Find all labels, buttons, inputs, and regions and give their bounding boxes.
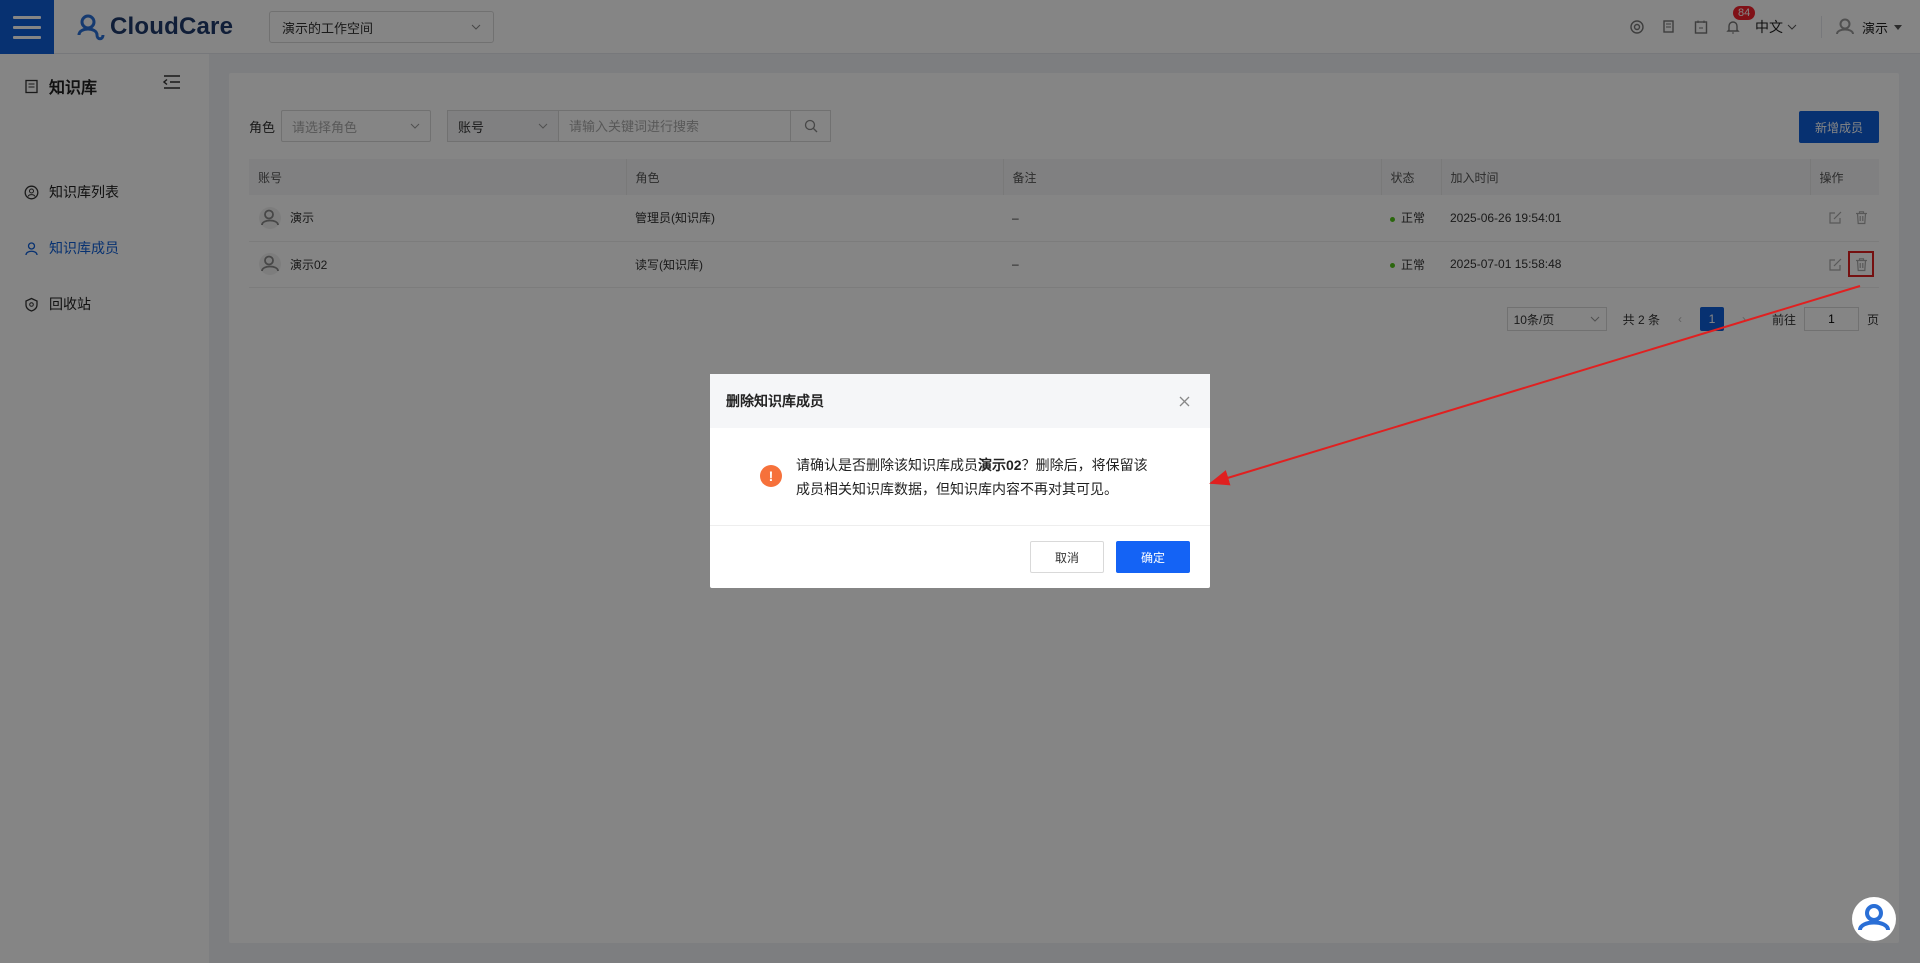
dialog-body: ! 请确认是否删除该知识库成员演示02？删除后，将保留该成员相关知识库数据，但知… [710,428,1210,526]
delete-member-dialog: 删除知识库成员 ! 请确认是否删除该知识库成员演示02？删除后，将保留该成员相关… [710,374,1210,588]
dialog-message: 请确认是否删除该知识库成员演示02？删除后，将保留该成员相关知识库数据，但知识库… [796,453,1158,525]
dialog-title: 删除知识库成员 [726,393,824,409]
warning-icon: ! [760,465,782,487]
message-prefix: 请确认是否删除该知识库成员 [796,457,978,473]
cancel-button[interactable]: 取消 [1030,541,1104,573]
dialog-footer: 取消 确定 [710,526,1210,588]
confirm-button[interactable]: 确定 [1116,541,1190,573]
member-name: 演示02 [978,457,1022,473]
assistant-float-icon[interactable] [1852,897,1896,941]
close-icon[interactable] [1174,391,1194,411]
dialog-header: 删除知识库成员 [710,374,1210,428]
